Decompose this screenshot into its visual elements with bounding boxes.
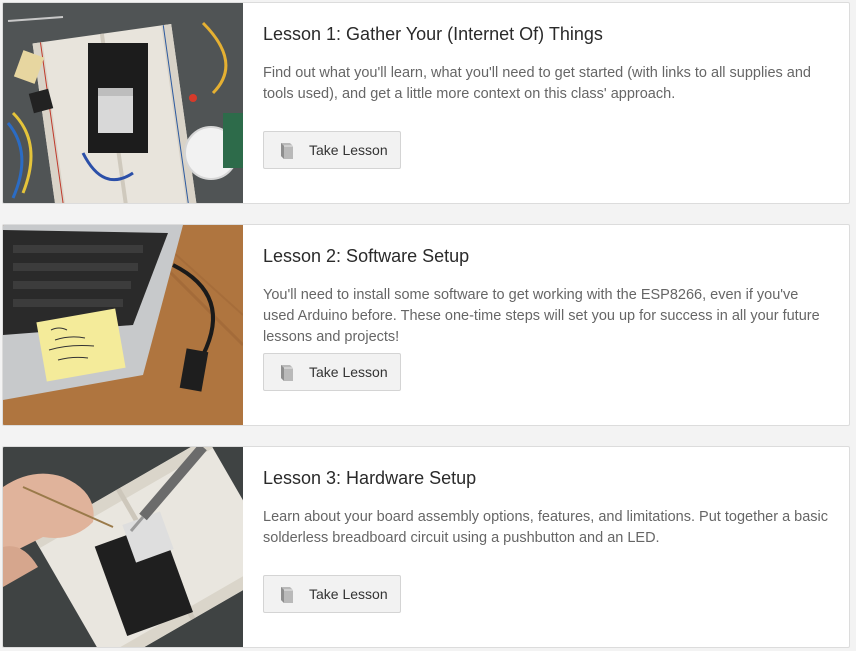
- take-lesson-3-button[interactable]: Take Lesson: [263, 575, 401, 613]
- take-lesson-2-button[interactable]: Take Lesson: [263, 353, 401, 391]
- lesson-2-thumbnail[interactable]: [3, 225, 243, 425]
- lesson-1-content: Lesson 1: Gather Your (Internet Of) Thin…: [263, 3, 833, 203]
- lesson-1-thumbnail[interactable]: [3, 3, 243, 203]
- lesson-3-thumbnail[interactable]: [3, 447, 243, 647]
- take-lesson-2-label: Take Lesson: [309, 364, 388, 380]
- take-lesson-1-label: Take Lesson: [309, 142, 388, 158]
- lesson-2-description: You'll need to install some software to …: [263, 287, 820, 345]
- lesson-3-title[interactable]: Lesson 3: Hardware Setup: [263, 468, 476, 489]
- lesson-3-content: Lesson 3: Hardware Setup Learn about you…: [263, 447, 833, 647]
- book-icon: [279, 142, 295, 163]
- take-lesson-3-label: Take Lesson: [309, 586, 388, 602]
- take-lesson-1-button[interactable]: Take Lesson: [263, 131, 401, 169]
- lesson-card-2: Lesson 2: Software Setup You'll need to …: [2, 224, 850, 426]
- lesson-card-3: Lesson 3: Hardware Setup Learn about you…: [2, 446, 850, 648]
- lesson-list: Lesson 1: Gather Your (Internet Of) Thin…: [0, 0, 856, 651]
- book-icon: [279, 364, 295, 385]
- lesson-2-content: Lesson 2: Software Setup You'll need to …: [263, 225, 833, 425]
- lesson-1-description: Find out what you'll learn, what you'll …: [263, 65, 811, 102]
- lesson-3-description: Learn about your board assembly options,…: [263, 509, 829, 546]
- lesson-1-title[interactable]: Lesson 1: Gather Your (Internet Of) Thin…: [263, 24, 603, 45]
- book-icon: [279, 586, 295, 607]
- lesson-2-title[interactable]: Lesson 2: Software Setup: [263, 246, 469, 267]
- lesson-card-1: Lesson 1: Gather Your (Internet Of) Thin…: [2, 2, 850, 204]
